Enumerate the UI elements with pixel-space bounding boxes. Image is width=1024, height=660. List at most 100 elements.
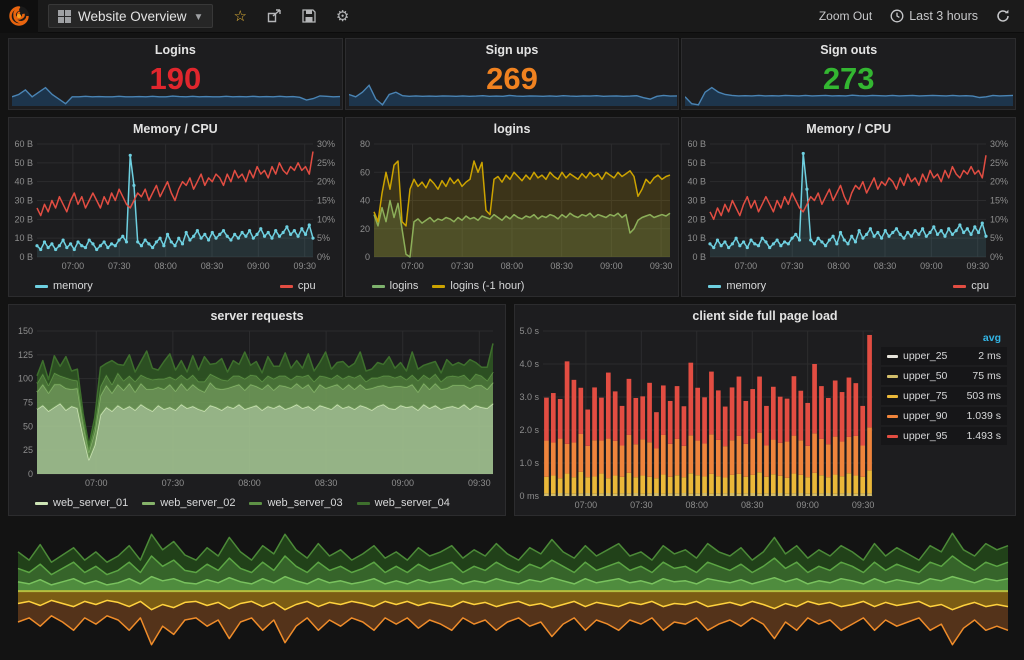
legend-item[interactable]: logins (-1 hour)	[432, 280, 524, 292]
svg-text:25%: 25%	[990, 158, 1008, 168]
panel-title[interactable]: Memory / CPU	[682, 118, 1015, 139]
svg-text:08:00: 08:00	[828, 261, 851, 271]
svg-text:09:30: 09:30	[852, 500, 875, 510]
svg-text:80: 80	[360, 139, 370, 149]
legend-swatch	[708, 285, 721, 288]
legend-item[interactable]: memory	[708, 280, 766, 292]
panel-traffic-flow	[8, 519, 1016, 660]
legend-table-row[interactable]: upper_5075 ms	[881, 367, 1007, 385]
svg-text:08:30: 08:30	[201, 261, 224, 271]
panel-title[interactable]: Sign ups	[346, 39, 679, 60]
svg-text:150: 150	[18, 326, 33, 336]
panel-title[interactable]: server requests	[9, 305, 505, 326]
legend-swatch	[357, 502, 370, 505]
legend-item[interactable]: memory	[35, 280, 93, 292]
panel-title[interactable]: logins	[346, 118, 679, 139]
stat-row: Logins 190 Sign ups 269 Sign outs 273	[8, 38, 1016, 110]
svg-text:07:30: 07:30	[162, 478, 185, 488]
svg-text:5%: 5%	[317, 233, 330, 243]
svg-text:0 ms: 0 ms	[519, 491, 539, 501]
svg-text:08:30: 08:30	[315, 478, 338, 488]
refresh-icon[interactable]	[996, 9, 1010, 23]
svg-text:1.0 s: 1.0 s	[519, 458, 539, 468]
legend-avg-value: 503 ms	[963, 389, 1007, 403]
svg-text:08:00: 08:00	[238, 478, 261, 488]
gear-icon[interactable]: ⚙	[336, 7, 349, 25]
legend-table-row[interactable]: upper_901.039 s	[881, 407, 1007, 425]
svg-text:20 B: 20 B	[688, 214, 707, 224]
legend-item[interactable]: web_server_04	[357, 497, 450, 509]
legend-avg-value: 75 ms	[968, 369, 1007, 383]
svg-text:09:00: 09:00	[920, 261, 943, 271]
time-range-picker[interactable]: Last 3 hours	[890, 9, 978, 23]
svg-text:5%: 5%	[990, 233, 1003, 243]
legend-swatch	[953, 285, 966, 288]
legend-item[interactable]: cpu	[953, 280, 989, 292]
legend-table-row[interactable]: upper_252 ms	[881, 347, 1007, 365]
legend-swatch	[887, 435, 898, 438]
grafana-logo[interactable]	[0, 0, 38, 33]
legend-item[interactable]: cpu	[280, 280, 316, 292]
svg-text:09:30: 09:30	[468, 478, 491, 488]
legend-swatch	[887, 355, 898, 358]
svg-text:40 B: 40 B	[14, 177, 33, 187]
svg-text:09:00: 09:00	[391, 478, 414, 488]
panel-title[interactable]: client side full page load	[515, 305, 1015, 326]
panel-signups-stat: Sign ups 269	[345, 38, 680, 110]
legend-table-row[interactable]: upper_951.493 s	[881, 427, 1007, 445]
legend-label: logins	[390, 280, 419, 292]
svg-text:07:30: 07:30	[108, 261, 131, 271]
legend-avg-value: 1.493 s	[963, 429, 1007, 443]
legend-item[interactable]: logins	[372, 280, 419, 292]
svg-text:10 B: 10 B	[14, 233, 33, 243]
graph-row-1: Memory / CPU 0 B10 B20 B30 B40 B50 B60 B…	[8, 117, 1016, 297]
memory-cpu-chart[interactable]: 0 B10 B20 B30 B40 B50 B60 B0%5%10%15%20%…	[682, 139, 1014, 273]
svg-text:07:00: 07:00	[401, 261, 424, 271]
panel-title[interactable]: Logins	[9, 39, 342, 60]
top-navbar: Website Overview ▼ ☆ ⚙ Zoom Out Last 3 h…	[0, 0, 1024, 33]
server-requests-chart[interactable]: 025507510012515007:0007:3008:0008:3009:0…	[9, 326, 501, 490]
star-icon[interactable]: ☆	[233, 7, 246, 25]
zoom-out-button[interactable]: Zoom Out	[819, 9, 872, 23]
svg-text:50 B: 50 B	[688, 158, 707, 168]
client-load-chart[interactable]: 0 ms1.0 s2.0 s3.0 s4.0 s5.0 s07:0007:300…	[515, 326, 881, 512]
dashboard-picker[interactable]: Website Overview ▼	[48, 4, 213, 28]
legend-item[interactable]: web_server_01	[35, 497, 128, 509]
legend-swatch	[887, 395, 898, 398]
svg-text:08:00: 08:00	[500, 261, 523, 271]
legend-swatch	[142, 502, 155, 505]
panel-memory-cpu-left: Memory / CPU 0 B10 B20 B30 B40 B50 B60 B…	[8, 117, 343, 297]
svg-text:60: 60	[360, 167, 370, 177]
svg-text:07:30: 07:30	[451, 261, 474, 271]
stat-value: 273	[682, 63, 1015, 94]
legend-table-row[interactable]: upper_75503 ms	[881, 387, 1007, 405]
chart-legend: web_server_01 web_server_02 web_server_03 w…	[9, 495, 505, 509]
dashboard-title: Website Overview	[78, 9, 187, 24]
panel-title[interactable]: Sign outs	[682, 39, 1015, 60]
save-icon[interactable]	[302, 9, 316, 23]
legend-swatch	[35, 285, 48, 288]
traffic-flow-chart[interactable]	[8, 519, 1016, 657]
svg-text:10%: 10%	[317, 214, 335, 224]
svg-text:30 B: 30 B	[14, 196, 33, 206]
legend-item[interactable]: web_server_02	[142, 497, 235, 509]
svg-text:08:30: 08:30	[550, 261, 573, 271]
share-icon[interactable]	[267, 9, 282, 23]
panel-title[interactable]: Memory / CPU	[9, 118, 342, 139]
chart-legend: logins logins (-1 hour)	[346, 278, 679, 292]
legend-swatch	[887, 375, 898, 378]
svg-text:5.0 s: 5.0 s	[519, 326, 539, 336]
legend-item[interactable]: web_server_03	[249, 497, 342, 509]
legend-label: logins (-1 hour)	[450, 280, 524, 292]
svg-text:07:00: 07:00	[575, 500, 598, 510]
svg-text:20%: 20%	[317, 177, 335, 187]
svg-text:40: 40	[360, 196, 370, 206]
svg-text:15%: 15%	[317, 196, 335, 206]
memory-cpu-chart[interactable]: 0 B10 B20 B30 B40 B50 B60 B0%5%10%15%20%…	[9, 139, 341, 273]
svg-text:09:30: 09:30	[967, 261, 990, 271]
svg-text:0: 0	[365, 252, 370, 262]
logins-chart[interactable]: 02040608007:0007:3008:0008:3009:0009:30	[346, 139, 678, 273]
svg-text:30 B: 30 B	[688, 196, 707, 206]
svg-text:2.0 s: 2.0 s	[519, 425, 539, 435]
legend-table-header: avg	[881, 330, 1007, 347]
